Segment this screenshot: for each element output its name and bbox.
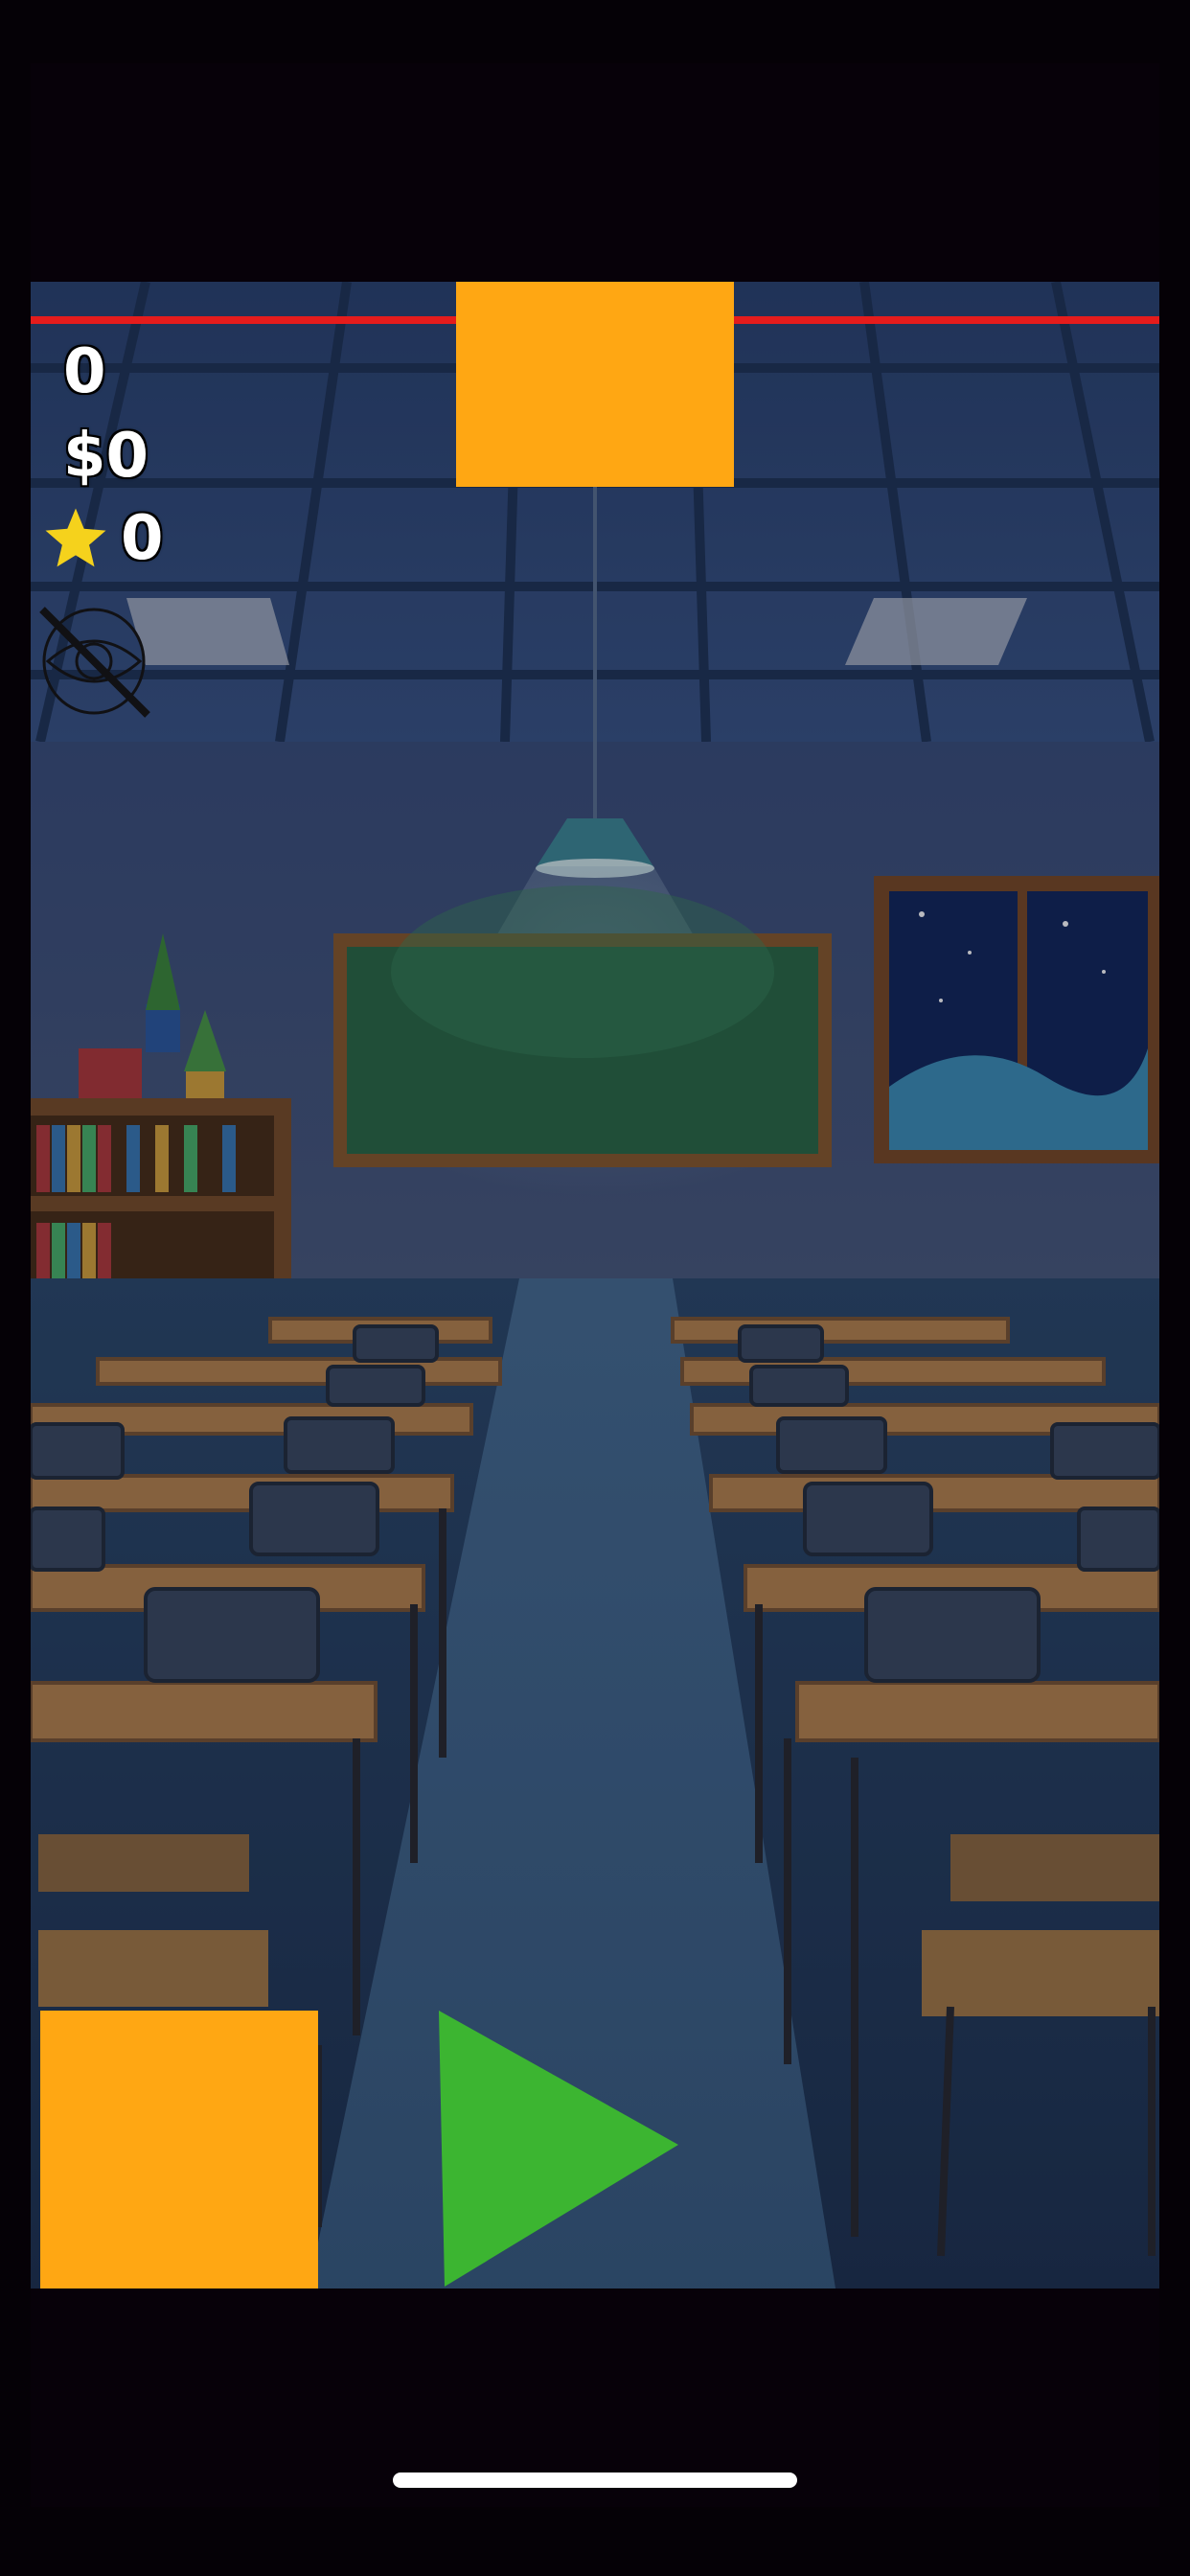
money-label: $0 — [63, 421, 149, 492]
classroom-background — [31, 282, 1159, 2288]
screen: 0 $0 0 — [0, 0, 1190, 2576]
stars-counter: 0 — [40, 504, 164, 573]
star-icon — [45, 508, 106, 567]
game-viewport[interactable]: 0 $0 0 — [31, 63, 1159, 2507]
home-indicator[interactable] — [393, 2472, 797, 2488]
play-icon — [439, 2011, 678, 2287]
falling-block — [456, 282, 734, 487]
stars-count-label: 0 — [121, 503, 164, 574]
next-block-preview[interactable] — [40, 2011, 318, 2288]
eye-slash-icon[interactable] — [36, 604, 151, 719]
score-label: 0 — [63, 336, 106, 407]
play-button[interactable] — [439, 2011, 688, 2288]
